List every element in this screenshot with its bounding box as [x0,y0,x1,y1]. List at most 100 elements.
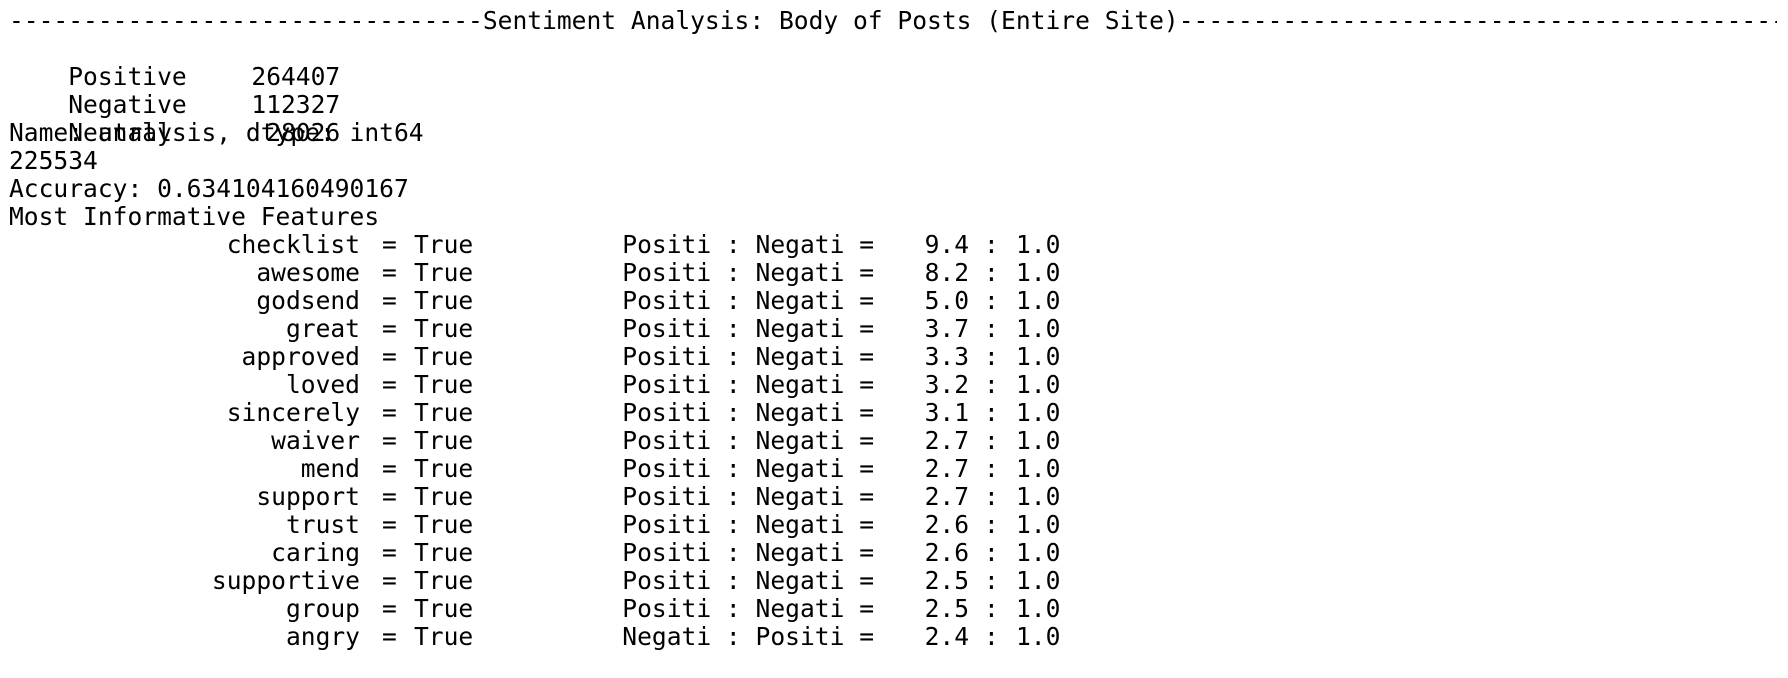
feature-ratio: 2.7 [924,454,969,483]
feature-equals: = [382,398,397,427]
feature-row: mend = True Positi : Negati = 2.7:1.0 [9,455,1784,483]
feature-row: loved = True Positi : Negati = 3.2:1.0 [9,371,1784,399]
feature-equals: = [382,566,397,595]
total-count: 225534 [9,146,98,175]
terminal-output: -------------------------------- Sentimen… [9,7,1784,651]
feature-label-pair: Positi : Negati = [622,426,874,455]
feature-ratio-separator: : [984,622,999,651]
feature-equals: = [382,622,397,651]
feature-ratio-base: 1.0 [1016,342,1061,371]
feature-label-pair: Positi : Negati = [622,510,874,539]
feature-ratio-separator: : [984,398,999,427]
feature-row: godsend = True Positi : Negati = 5.0:1.0 [9,287,1784,315]
feature-equals: = [382,342,397,371]
feature-ratio-separator: : [984,426,999,455]
feature-value: True [414,258,474,287]
feature-name: sincerely [226,398,360,427]
feature-ratio-separator: : [984,454,999,483]
feature-row: group = True Positi : Negati = 2.5:1.0 [9,595,1784,623]
feature-row: trust = True Positi : Negati = 2.6:1.0 [9,511,1784,539]
feature-ratio: 2.4 [924,622,969,651]
count-label: Negative [68,90,187,119]
feature-label-pair: Positi : Negati = [622,538,874,567]
series-info: Name: analysis, dtype: int64 [9,118,424,147]
feature-row: awesome = True Positi : Negati = 8.2:1.0 [9,259,1784,287]
feature-ratio-separator: : [984,286,999,315]
feature-ratio: 3.7 [924,314,969,343]
feature-label-pair: Positi : Negati = [622,370,874,399]
feature-equals: = [382,510,397,539]
feature-row: waiver = True Positi : Negati = 2.7:1.0 [9,427,1784,455]
feature-ratio-base: 1.0 [1016,258,1061,287]
feature-equals: = [382,230,397,259]
feature-ratio: 2.7 [924,482,969,511]
feature-label-pair: Positi : Negati = [622,594,874,623]
header-title: Sentiment Analysis: Body of Posts (Entir… [482,6,1179,35]
feature-value: True [414,426,474,455]
count-label: Positive [68,62,187,91]
feature-row: checklist = True Positi : Negati = 9.4:1.0 [9,231,1784,259]
feature-name: caring [271,538,360,567]
feature-label-pair: Negati : Positi = [622,622,874,651]
feature-ratio-separator: : [984,510,999,539]
feature-value: True [414,482,474,511]
feature-ratio-base: 1.0 [1016,314,1061,343]
feature-value: True [414,622,474,651]
feature-name: mend [300,454,360,483]
feature-ratio-separator: : [984,538,999,567]
features-list: checklist = True Positi : Negati = 9.4:1.0 aw… [9,231,1784,651]
feature-ratio-base: 1.0 [1016,230,1061,259]
feature-ratio: 3.3 [924,342,969,371]
feature-equals: = [382,594,397,623]
features-heading: Most Informative Features [9,202,380,231]
feature-ratio: 2.5 [924,594,969,623]
feature-value: True [414,398,474,427]
feature-ratio-base: 1.0 [1016,426,1061,455]
feature-ratio-separator: : [984,482,999,511]
feature-name: loved [285,370,360,399]
feature-ratio-base: 1.0 [1016,370,1061,399]
feature-ratio: 9.4 [924,230,969,259]
feature-ratio-separator: : [984,370,999,399]
feature-ratio-base: 1.0 [1016,482,1061,511]
count-value: 264407 [251,62,341,91]
feature-label-pair: Positi : Negati = [622,314,874,343]
feature-ratio: 3.2 [924,370,969,399]
accuracy-line: Accuracy: 0.634104160490167 [9,174,409,203]
feature-row: approved = True Positi : Negati = 3.3:1.0 [9,343,1784,371]
feature-ratio-base: 1.0 [1016,594,1061,623]
feature-value: True [414,454,474,483]
feature-row: great = True Positi : Negati = 3.7:1.0 [9,315,1784,343]
feature-equals: = [382,286,397,315]
feature-name: trust [285,510,360,539]
feature-ratio-base: 1.0 [1016,286,1061,315]
feature-label-pair: Positi : Negati = [622,454,874,483]
feature-ratio-separator: : [984,594,999,623]
feature-ratio-base: 1.0 [1016,510,1061,539]
feature-ratio-separator: : [984,314,999,343]
feature-label-pair: Positi : Negati = [622,286,874,315]
feature-label-pair: Positi : Negati = [622,482,874,511]
count-value: 112327 [251,90,341,119]
feature-name: approved [241,342,360,371]
feature-ratio-separator: : [984,230,999,259]
feature-ratio-separator: : [984,258,999,287]
feature-label-pair: Positi : Negati = [622,566,874,595]
feature-name: support [256,482,360,511]
feature-ratio-separator: : [984,342,999,371]
feature-name: checklist [226,230,360,259]
feature-name: great [285,314,360,343]
feature-ratio-base: 1.0 [1016,622,1061,651]
feature-value: True [414,342,474,371]
feature-value: True [414,510,474,539]
feature-equals: = [382,370,397,399]
feature-name: supportive [211,566,360,595]
feature-value: True [414,230,474,259]
feature-ratio-separator: : [984,566,999,595]
feature-ratio: 8.2 [924,258,969,287]
feature-label-pair: Positi : Negati = [622,342,874,371]
count-row: Positive 264407 [9,35,1784,91]
feature-row: caring = True Positi : Negati = 2.6:1.0 [9,539,1784,567]
feature-ratio-base: 1.0 [1016,454,1061,483]
feature-ratio: 2.6 [924,538,969,567]
